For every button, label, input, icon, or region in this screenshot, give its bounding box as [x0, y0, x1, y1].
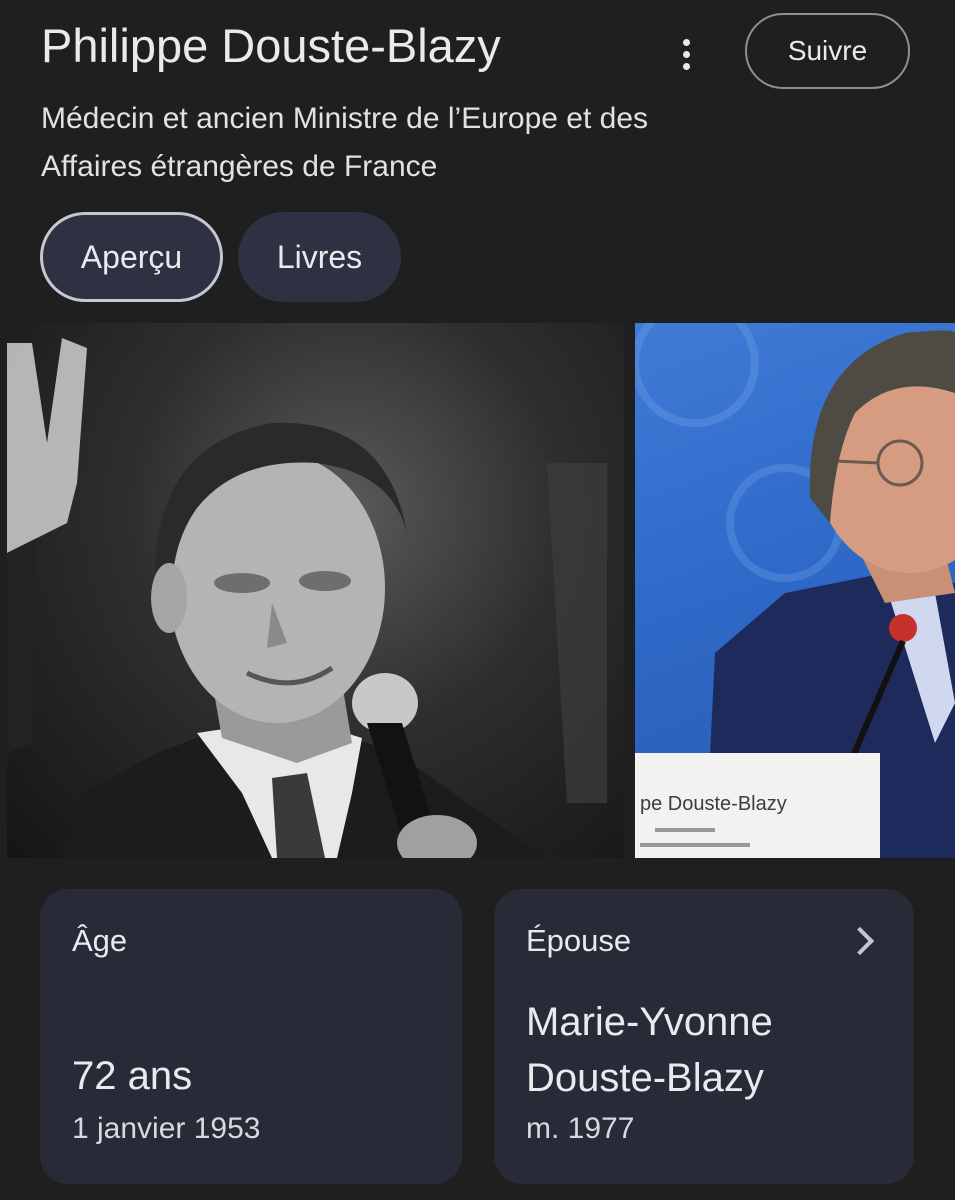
spouse-name-line1: Marie-Yvonne	[526, 1000, 773, 1044]
tab-books[interactable]: Livres	[238, 212, 401, 302]
spouse-card[interactable]: Épouse Marie-Yvonne Douste-Blazy m. 1977	[494, 889, 914, 1184]
photo-portrait-bw[interactable]	[7, 323, 624, 858]
spouse-label: Épouse	[526, 923, 632, 958]
entity-description: Médecin et ancien Ministre de l’Europe e…	[41, 102, 649, 183]
page-title: Philippe Douste-Blazy	[41, 19, 501, 72]
age-value: 72 ans	[72, 1054, 193, 1098]
photo-press-conference[interactable]: pe Douste-Blazy	[635, 323, 955, 858]
chevron-right-icon	[845, 926, 875, 956]
birth-date: 1 janvier 1953	[72, 1112, 261, 1145]
age-card[interactable]: Âge 72 ans 1 janvier 1953	[40, 889, 462, 1184]
more-vert-icon	[682, 38, 690, 46]
marriage-year: m. 1977	[526, 1112, 635, 1145]
age-label: Âge	[72, 923, 128, 958]
more-options-button[interactable]	[662, 30, 710, 78]
follow-button[interactable]: Suivre	[745, 13, 910, 89]
spouse-name-line2: Douste-Blazy	[526, 1056, 764, 1100]
tab-overview[interactable]: Aperçu	[40, 212, 223, 302]
placard-text: pe Douste-Blazy	[640, 793, 787, 815]
